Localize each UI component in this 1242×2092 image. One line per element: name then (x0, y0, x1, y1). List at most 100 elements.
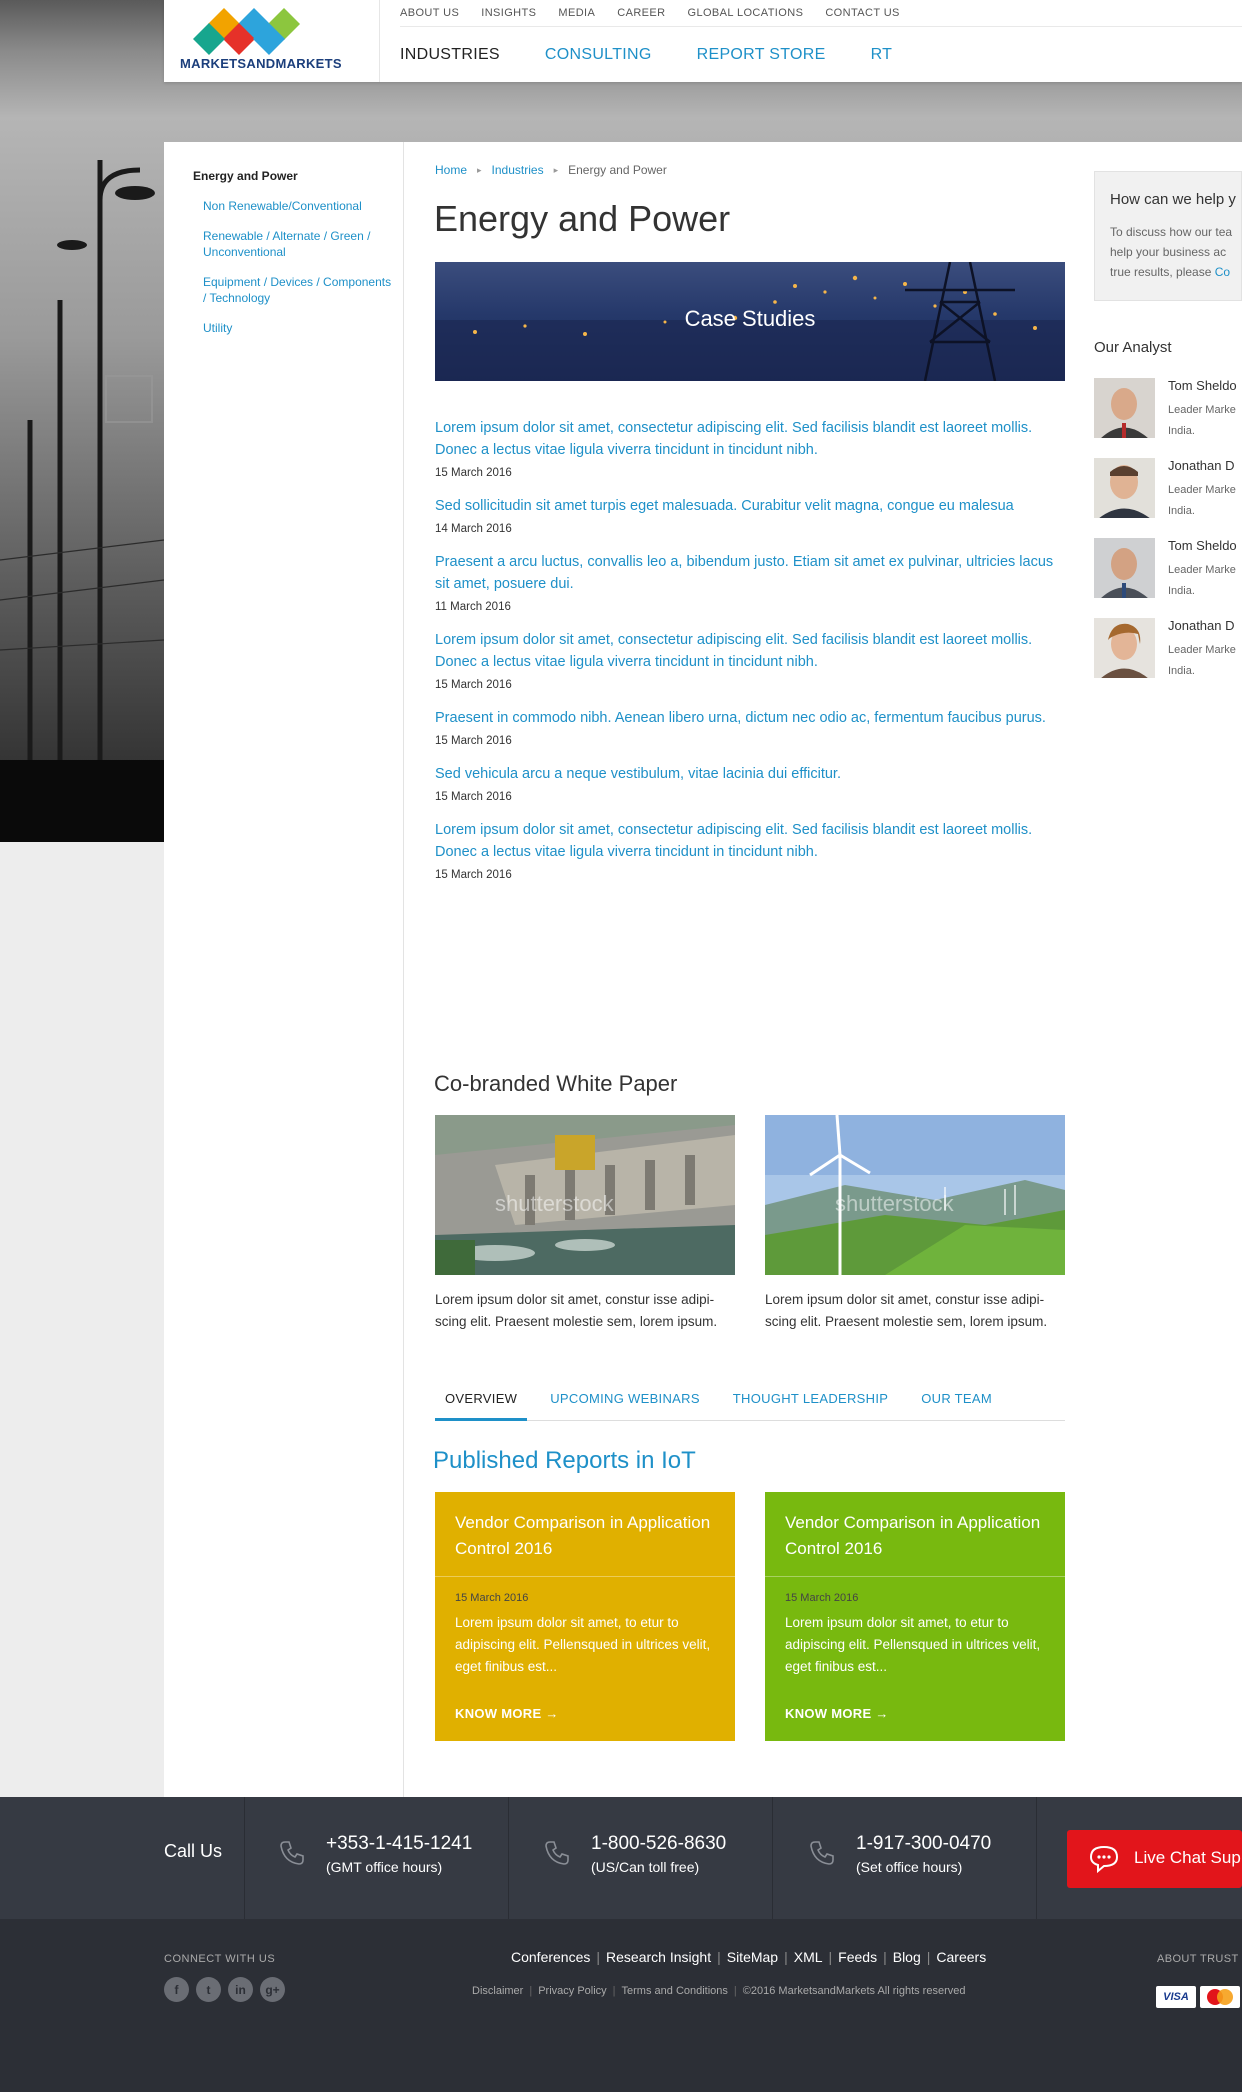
white-paper-card[interactable]: shutterstock Lorem ipsum dolor sit amet,… (435, 1115, 735, 1333)
case-study-link[interactable]: Lorem ipsum dolor sit amet, consectetur … (435, 417, 1065, 461)
linkedin-icon[interactable]: in (228, 1977, 253, 2002)
top-link-career[interactable]: CAREER (617, 7, 665, 19)
case-study-date: 15 March 2016 (435, 791, 512, 803)
case-study-date: 11 March 2016 (435, 601, 511, 613)
help-title: How can we help y (1110, 191, 1236, 208)
page-title: Energy and Power (434, 198, 731, 239)
case-study-link[interactable]: Praesent a arcu luctus, convallis leo a,… (435, 551, 1065, 595)
top-link-global-locations[interactable]: GLOBAL LOCATIONS (687, 7, 803, 19)
avatar (1094, 538, 1155, 598)
divider: | (883, 1949, 887, 1965)
divider: | (717, 1949, 721, 1965)
breadcrumb-industries[interactable]: Industries (492, 163, 544, 177)
logo[interactable]: MARKETSANDMARKETS (164, 0, 380, 82)
help-box: How can we help y To discuss how our tea… (1094, 171, 1242, 301)
report-card[interactable]: Vendor Comparison in Application Control… (765, 1492, 1065, 1741)
tab-upcoming-webinars[interactable]: UPCOMING WEBINARS (540, 1384, 710, 1420)
contact-link[interactable]: Co (1215, 265, 1230, 279)
report-card-title: Vendor Comparison in Application Control… (765, 1492, 1065, 1577)
list-item: Sed sollicitudin sit amet turpis eget ma… (435, 495, 1065, 535)
white-paper-card[interactable]: shutterstock Lorem ipsum dolor sit amet,… (765, 1115, 1065, 1333)
chat-bubble-icon (1089, 1845, 1119, 1874)
analyst-title: Our Analyst (1094, 339, 1172, 356)
report-card[interactable]: Vendor Comparison in Application Control… (435, 1492, 735, 1741)
analyst-location: India. (1168, 505, 1195, 517)
phone-number-note: (US/Can toll free) (591, 1859, 700, 1875)
report-card-text: Lorem ipsum dolor sit amet, to etur to a… (785, 1615, 1041, 1674)
sidebar-item-renewable[interactable]: Renewable / Alternate / Green / Unconven… (203, 228, 393, 260)
footer-link-disclaimer[interactable]: Disclaimer (472, 1985, 523, 1997)
sidebar-list: Non Renewable/Conventional Renewable / A… (203, 198, 393, 350)
case-studies-banner[interactable]: Case Studies (435, 262, 1065, 381)
google-plus-icon[interactable]: g+ (260, 1977, 285, 2002)
help-text-line: true results, please Co (1110, 262, 1232, 282)
sidebar-item-equipment[interactable]: Equipment / Devices / Components / Techn… (203, 274, 393, 306)
twitter-icon[interactable]: t (196, 1977, 221, 2002)
nav-consulting[interactable]: CONSULTING (545, 46, 652, 64)
analyst-item[interactable]: Jonathan D Leader Marke India. (1094, 618, 1242, 678)
case-study-link[interactable]: Praesent in commodo nibh. Aenean libero … (435, 707, 1065, 729)
case-study-date: 15 March 2016 (435, 679, 512, 691)
visa-icon: VISA (1156, 1986, 1196, 2008)
breadcrumb-current: Energy and Power (568, 163, 667, 177)
divider (1036, 1797, 1037, 1919)
breadcrumb: Home ▸ Industries ▸ Energy and Power (435, 163, 667, 177)
nav-industries[interactable]: INDUSTRIES (400, 46, 500, 64)
footer-link-blog[interactable]: Blog (893, 1949, 921, 1965)
top-link-media[interactable]: MEDIA (558, 7, 595, 19)
analyst-role: Leader Marke India. (1168, 640, 1236, 678)
analyst-item[interactable]: Tom Sheldo Leader Marke India. (1094, 378, 1242, 438)
top-link-contact[interactable]: CONTACT US (825, 7, 900, 19)
analyst-name: Jonathan D (1168, 458, 1235, 473)
list-item: Lorem ipsum dolor sit amet, consectetur … (435, 417, 1065, 479)
footer-link-careers[interactable]: Careers (936, 1949, 986, 1965)
case-study-link[interactable]: Lorem ipsum dolor sit amet, consectetur … (435, 629, 1065, 673)
phone-icon (280, 1841, 304, 1865)
divider: | (529, 1985, 533, 1997)
white-paper-text: Lorem ipsum dolor sit amet, constur isse… (435, 1292, 718, 1329)
case-study-list: Lorem ipsum dolor sit amet, consectetur … (435, 417, 1065, 897)
mastercard-icon (1200, 1986, 1240, 2008)
analyst-item[interactable]: Jonathan D Leader Marke India. (1094, 458, 1242, 518)
sidebar-item-utility[interactable]: Utility (203, 320, 393, 336)
case-study-date: 14 March 2016 (435, 523, 512, 535)
tab-thought-leadership[interactable]: THOUGHT LEADERSHIP (723, 1384, 898, 1420)
nav-rt[interactable]: RT (871, 46, 893, 64)
footer-link-conferences[interactable]: Conferences (511, 1949, 590, 1965)
footer-link-privacy-policy[interactable]: Privacy Policy (538, 1985, 606, 1997)
footer: CONNECT WITH US f t in g+ Conferences | R… (0, 1919, 1242, 2092)
case-study-date: 15 March 2016 (435, 735, 512, 747)
phone-number: 1-917-300-0470 (856, 1833, 992, 1854)
analyst-role-line: Leader Marke (1168, 404, 1236, 416)
report-card-date: 15 March 2016 (785, 1592, 859, 1604)
list-item: Sed vehicula arcu a neque vestibulum, vi… (435, 763, 1065, 803)
footer-link-research-insight[interactable]: Research Insight (606, 1949, 711, 1965)
phone-number: +353-1-415-1241 (326, 1833, 473, 1854)
footer-link-xml[interactable]: XML (794, 1949, 823, 1965)
case-study-link[interactable]: Lorem ipsum dolor sit amet, consectetur … (435, 819, 1065, 863)
footer-link-sitemap[interactable]: SiteMap (727, 1949, 778, 1965)
know-more-link[interactable]: KNOW MORE → (455, 1706, 559, 1721)
help-text-line: To discuss how our tea (1110, 225, 1233, 239)
divider (244, 1797, 245, 1919)
live-chat-button[interactable]: Live Chat Sup (1067, 1830, 1242, 1888)
top-links: ABOUT US INSIGHTS MEDIA CAREER GLOBAL LO… (400, 0, 1242, 27)
footer-link-feeds[interactable]: Feeds (838, 1949, 877, 1965)
nav-report-store[interactable]: REPORT STORE (697, 46, 826, 64)
facebook-icon[interactable]: f (164, 1977, 189, 2002)
list-item: Praesent a arcu luctus, convallis leo a,… (435, 551, 1065, 613)
case-study-link[interactable]: Sed sollicitudin sit amet turpis eget ma… (435, 495, 1065, 517)
top-link-insights[interactable]: INSIGHTS (481, 7, 536, 19)
know-more-link[interactable]: KNOW MORE → (785, 1706, 889, 1721)
avatar (1094, 378, 1155, 438)
analyst-item[interactable]: Tom Sheldo Leader Marke India. (1094, 538, 1242, 598)
top-link-about[interactable]: ABOUT US (400, 7, 459, 19)
tab-overview[interactable]: OVERVIEW (435, 1384, 528, 1421)
case-study-link[interactable]: Sed vehicula arcu a neque vestibulum, vi… (435, 763, 1065, 785)
footer-link-terms[interactable]: Terms and Conditions (622, 1985, 728, 1997)
phone-number: 1-800-526-8630 (591, 1833, 727, 1854)
call-us-label: Call Us (164, 1841, 223, 1861)
tab-our-team[interactable]: OUR TEAM (911, 1384, 1002, 1420)
sidebar-item-non-renewable[interactable]: Non Renewable/Conventional (203, 198, 393, 214)
breadcrumb-home[interactable]: Home (435, 163, 467, 177)
